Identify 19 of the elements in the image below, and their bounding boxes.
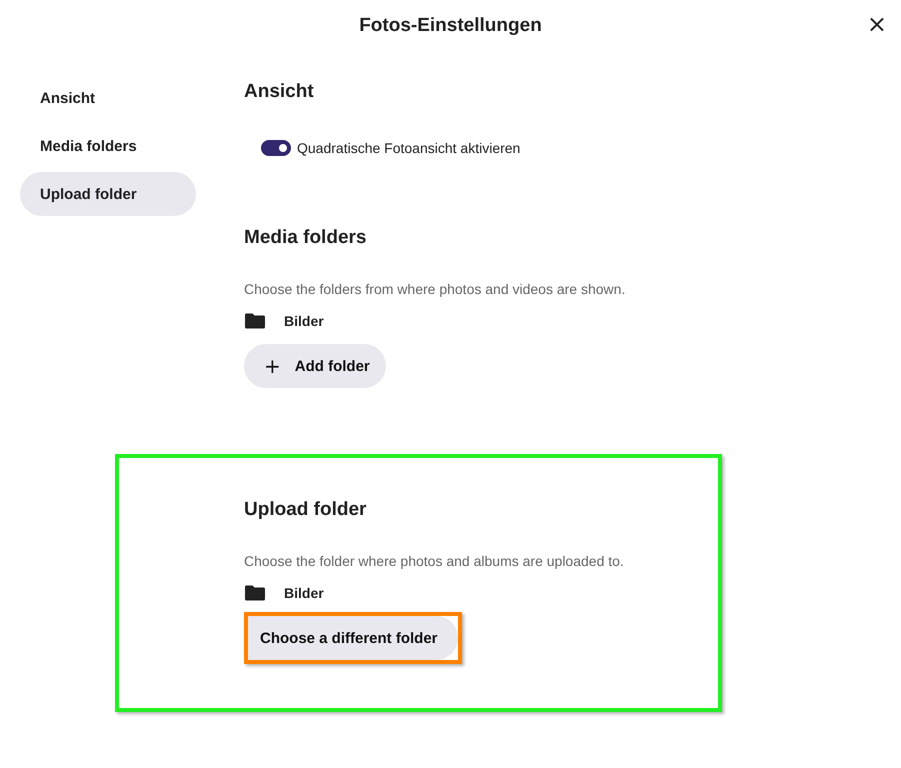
folder-name: Bilder (284, 585, 324, 601)
toggle-switch[interactable] (261, 140, 291, 156)
sidebar-item[interactable]: Ansicht (20, 76, 196, 120)
section-description: Choose the folder where photos and albums are uploaded to. (244, 552, 625, 570)
sidebar-item[interactable]: Upload folder (20, 172, 196, 216)
section-heading: Media folders (244, 226, 368, 250)
plus-icon: + (264, 356, 281, 376)
sidebar-item[interactable]: Media folders (20, 124, 196, 168)
add-folder-button[interactable]: + Add folder (244, 344, 386, 388)
toggle-label: Quadratische Fotoansicht aktivieren (297, 140, 520, 156)
folder-icon (244, 585, 266, 601)
section-heading: Ansicht (244, 80, 315, 104)
choose-folder-button[interactable]: Choose a different folder (248, 616, 458, 660)
dialog-title: Fotos-Einstellungen (359, 15, 542, 37)
close-button[interactable]: × (864, 12, 889, 36)
folder-icon (244, 313, 266, 329)
folder-name: Bilder (284, 313, 324, 329)
section-description: Choose the folders from where photos and videos are shown. (244, 280, 626, 298)
section-heading: Upload folder (244, 498, 368, 522)
